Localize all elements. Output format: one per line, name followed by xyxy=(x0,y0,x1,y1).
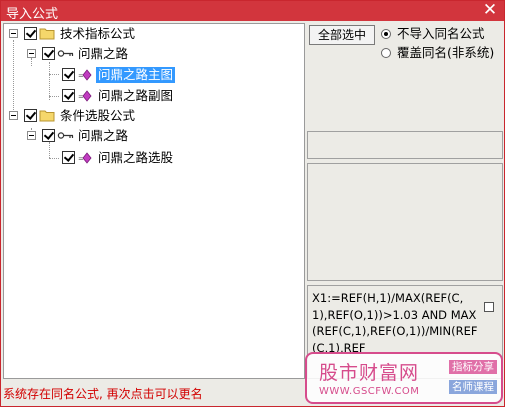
checkbox[interactable] xyxy=(62,151,75,164)
info-field xyxy=(307,131,503,159)
formula-tree[interactable]: 技术指标公式 问鼎之路 = 问鼎之路主图 = 问鼎之路副图 条件选股公式 问鼎之… xyxy=(3,23,305,379)
collapse-toggle-icon[interactable] xyxy=(9,111,18,120)
checkbox[interactable] xyxy=(24,27,37,40)
formula-text: X1:=REF(H,1)/MAX(REF(C,1),REF(O,1))>1.03… xyxy=(312,291,478,355)
tree-label: 技术指标公式 xyxy=(60,26,136,41)
select-all-button[interactable]: 全部选中 xyxy=(309,25,375,45)
key-icon xyxy=(57,50,74,57)
collapse-toggle-icon[interactable] xyxy=(27,131,36,140)
radio-skip-duplicates-label: 不导入同名公式 xyxy=(397,26,485,41)
tree-label: 问鼎之路 xyxy=(78,128,129,143)
description-area xyxy=(307,163,503,281)
status-message: 系统存在同名公式, 再次点击可以更名 xyxy=(3,387,203,401)
folder-icon xyxy=(39,28,55,40)
radio-overwrite[interactable] xyxy=(381,48,391,58)
preview-checkbox[interactable] xyxy=(484,302,494,312)
checkbox[interactable] xyxy=(42,129,55,142)
close-button[interactable]: ✕ xyxy=(482,1,498,20)
checkbox[interactable] xyxy=(62,89,75,102)
window-title: 导入公式 xyxy=(6,7,59,22)
svg-text:=: = xyxy=(78,155,84,163)
tree-node-group1[interactable]: 问鼎之路 xyxy=(4,46,304,64)
collapse-toggle-icon[interactable] xyxy=(9,29,18,38)
tree-label: 条件选股公式 xyxy=(60,108,136,123)
formula-icon: = xyxy=(78,90,92,102)
watermark-name: 股市财富网 xyxy=(319,362,420,384)
folder-icon xyxy=(39,110,55,122)
tree-label: 问鼎之路副图 xyxy=(98,88,174,103)
watermark-logo: 股市财富网 WWW.GSCFW.COM 指标分享 名师课程 xyxy=(305,352,503,404)
tree-node-root2[interactable]: 条件选股公式 xyxy=(4,108,304,126)
tree-node-item3[interactable]: = 问鼎之路选股 xyxy=(4,150,304,168)
formula-icon: = xyxy=(78,152,92,164)
title-bar: 导入公式 ✕ xyxy=(1,1,504,22)
tree-node-group2[interactable]: 问鼎之路 xyxy=(4,128,304,146)
tree-node-root1[interactable]: 技术指标公式 xyxy=(4,26,304,44)
radio-skip-duplicates[interactable] xyxy=(381,29,391,39)
svg-text:=: = xyxy=(78,72,84,80)
tree-label: 问鼎之路选股 xyxy=(98,150,174,165)
watermark-url: WWW.GSCFW.COM xyxy=(319,386,420,397)
tree-node-item2[interactable]: = 问鼎之路副图 xyxy=(4,88,304,106)
collapse-toggle-icon[interactable] xyxy=(27,49,36,58)
import-formula-dialog: 导入公式 ✕ 技术指标公式 问鼎之路 = 问鼎之路主图 = 问鼎之路副图 条件选… xyxy=(0,0,505,407)
tree-node-item1[interactable]: = 问鼎之路主图 xyxy=(4,67,304,85)
watermark-tag-course: 名师课程 xyxy=(449,380,497,394)
checkbox[interactable] xyxy=(62,68,75,81)
svg-text:=: = xyxy=(78,93,84,101)
tree-label-selected: 问鼎之路主图 xyxy=(96,67,176,83)
tree-label: 问鼎之路 xyxy=(78,46,129,61)
checkbox[interactable] xyxy=(24,109,37,122)
radio-overwrite-label: 覆盖同名(非系统) xyxy=(397,45,495,60)
watermark-tag-share: 指标分享 xyxy=(449,360,497,374)
formula-icon: = xyxy=(78,69,92,81)
key-icon xyxy=(57,132,74,139)
checkbox[interactable] xyxy=(42,47,55,60)
